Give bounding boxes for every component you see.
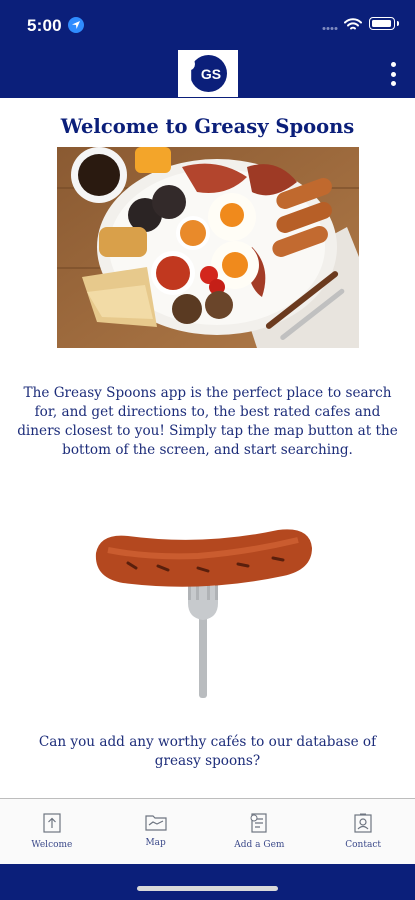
bottom-tab-bar: Welcome Map Add a Gem Contact <box>0 798 415 864</box>
logo-text: GS <box>200 65 222 82</box>
app-header: GS <box>0 50 415 98</box>
logo-badge: GS <box>184 55 227 92</box>
page-title: Welcome to Greasy Spoons <box>60 115 355 138</box>
tab-welcome[interactable]: Welcome <box>0 799 104 864</box>
signal-icon <box>322 27 338 30</box>
status-time: 5:00 <box>27 16 62 35</box>
sausage-on-fork-image <box>95 529 312 698</box>
location-icon <box>68 17 84 33</box>
home-indicator[interactable] <box>137 886 278 891</box>
full-english-breakfast-image <box>57 147 359 348</box>
greasy-spoons-logo: GS <box>178 50 238 97</box>
tab-label-add-a-gem: Add a Gem <box>234 840 285 850</box>
add-cafe-question: Can you add any worthy cafés to our data… <box>38 734 377 769</box>
tab-contact[interactable]: Contact <box>311 799 415 864</box>
tab-label-contact: Contact <box>345 840 381 850</box>
tab-label-map: Map <box>145 838 166 848</box>
tab-add-a-gem[interactable]: Add a Gem <box>208 799 312 864</box>
intro-paragraph: The Greasy Spoons app is the perfect pla… <box>17 385 398 458</box>
battery-icon <box>369 17 399 30</box>
contact-card-icon <box>354 813 372 833</box>
document-add-icon <box>250 813 267 833</box>
tab-map[interactable]: Map <box>104 799 208 864</box>
folder-icon <box>145 815 167 831</box>
tab-label-welcome: Welcome <box>31 840 73 850</box>
wifi-icon <box>344 18 362 30</box>
upload-icon <box>43 813 61 833</box>
spoon-icon <box>184 58 195 87</box>
more-vertical-icon[interactable] <box>383 62 403 86</box>
welcome-content: Welcome to Greasy Spoons The Greasy Spoo… <box>0 98 415 798</box>
status-bar: 5:00 <box>0 0 415 50</box>
home-indicator-bar <box>0 864 415 900</box>
